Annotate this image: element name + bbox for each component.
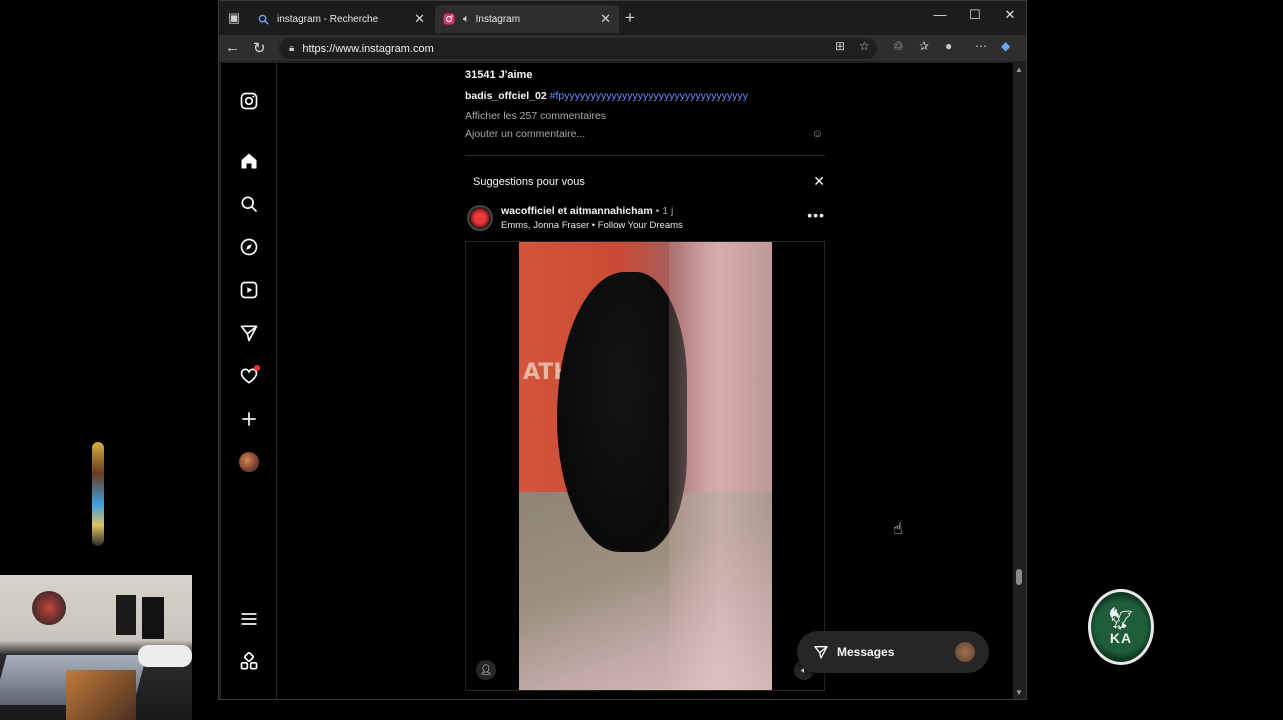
decorative-sticker [92,442,104,546]
webcam-skull-prop [32,591,66,625]
messages-icon[interactable] [237,321,261,345]
close-icon[interactable]: ✕ [414,11,425,27]
lock-icon[interactable]: 🔒︎ [289,43,294,54]
copilot-icon[interactable]: ◆ [1001,39,1010,53]
hand-cursor-icon: ☝︎ [893,521,903,538]
back-button[interactable]: ← [225,39,240,56]
extensions-icon[interactable]: ♲ [893,39,904,53]
caption-username[interactable]: badis_offciel_02 [465,90,547,102]
tab-instagram[interactable]: 🔈︎ Instagram ✕ [435,5,619,33]
url-field[interactable]: 🔒︎ https://www.instagram.com [279,38,877,59]
divider [465,155,825,156]
url-text: https://www.instagram.com [302,42,434,55]
instagram-logo-icon[interactable] [237,89,261,113]
instagram-icon [443,13,455,25]
webcam-poster [66,670,136,720]
avatar [955,642,975,662]
post-media[interactable]: ATH 👤︎ 🔈︎ [465,241,825,691]
instagram-page: 31541 J'aime badis_offciel_02 #fpyyyyyyy… [221,63,1013,699]
add-comment-placeholder: Ajouter un commentaire... [465,128,586,140]
explore-icon[interactable] [237,235,261,259]
tab-actions-icon[interactable]: ▣ [225,9,243,27]
tab-bar: ▣ instagram - Recherche ✕ 🔈︎ Instagram ✕… [219,1,1026,35]
post-audio-link[interactable]: Emms, Jonna Fraser • Follow Your Dreams [501,220,683,231]
maximize-button[interactable]: ☐ [960,7,990,23]
browser-window: ▣ instagram - Recherche ✕ 🔈︎ Instagram ✕… [218,0,1027,700]
threads-apps-icon[interactable] [237,650,261,674]
post-usernames[interactable]: wacofficiel et aitmannahicham [501,205,653,217]
tab-label: instagram - Recherche [277,13,379,25]
caption-hashtag[interactable]: #fpyyyyyyyyyyyyyyyyyyyyyyyyyyyyyyyyyyy [550,90,748,102]
video-motion-blur [669,242,772,690]
tagged-users-icon[interactable]: 👤︎ [476,660,496,680]
avatar [239,452,259,472]
emoji-icon[interactable]: ☺ [812,128,823,140]
channel-logo: 🦅︎ KA [1088,589,1154,665]
post-time: • 1 j [652,205,674,217]
scroll-up-icon[interactable]: ▲ [1015,65,1023,74]
menu-icon[interactable] [237,607,261,631]
eagle-icon: 🦅︎ [1107,606,1135,631]
likes-count[interactable]: 31541 J'aime [465,69,532,81]
suggestions-title: Suggestions pour vous [473,176,585,188]
close-icon[interactable]: ✕ [813,173,825,190]
reels-icon[interactable] [237,278,261,302]
search-icon[interactable] [237,192,261,216]
logo-mark-icon: KA [1109,630,1133,646]
speaker-icon[interactable]: 🔈︎ [463,13,470,26]
minimize-button[interactable]: — [925,7,955,22]
video-frame: ATH [519,242,772,690]
post-author-avatar[interactable] [467,205,493,231]
scroll-down-icon[interactable]: ▼ [1015,688,1023,697]
send-icon [814,646,828,659]
app-available-icon[interactable]: ⊞ [835,39,845,53]
webcam-overlay [0,575,192,720]
add-comment-field[interactable]: Ajouter un commentaire... ☺ [465,128,825,140]
webcam-speaker [116,595,136,635]
notification-dot [254,365,260,371]
new-tab-button[interactable]: + [625,8,635,28]
tab-instagram-search[interactable]: instagram - Recherche ✕ [249,5,433,33]
search-icon [257,13,269,25]
view-comments-link[interactable]: Afficher les 257 commentaires [465,110,606,122]
close-icon[interactable]: ✕ [600,11,611,27]
messages-label: Messages [837,645,895,659]
reload-button[interactable]: ↻ [253,39,266,57]
favorites-icon[interactable]: ✰ [919,39,929,53]
webcam-speaker [142,597,164,639]
notifications-heart-icon[interactable] [237,364,261,388]
more-options-icon[interactable]: ••• [807,207,825,223]
video-figure-head [557,272,687,552]
profile-avatar[interactable] [237,450,261,474]
home-icon[interactable] [237,149,261,173]
close-window-button[interactable]: ✕ [995,7,1025,23]
sidebar [221,63,277,699]
post-caption: badis_offciel_02 #fpyyyyyyyyyyyyyyyyyyyy… [465,90,748,102]
post-authors: wacofficiel et aitmannahicham • 1 j [501,205,673,217]
address-bar: ← ↻ 🔒︎ https://www.instagram.com ⊞ ☆ ♲ ✰… [219,35,1026,61]
more-menu-icon[interactable]: ⋯ [975,39,987,53]
tab-label: Instagram [475,13,521,25]
page-scrollbar[interactable]: ▲ ▼ [1014,63,1024,699]
profile-icon[interactable]: ● [945,39,952,53]
scrollbar-thumb[interactable] [1016,569,1022,585]
messages-button[interactable]: Messages [797,631,989,673]
webcam-controller [138,645,192,667]
create-plus-icon[interactable] [237,407,261,431]
favorite-star-icon[interactable]: ☆ [859,39,870,53]
